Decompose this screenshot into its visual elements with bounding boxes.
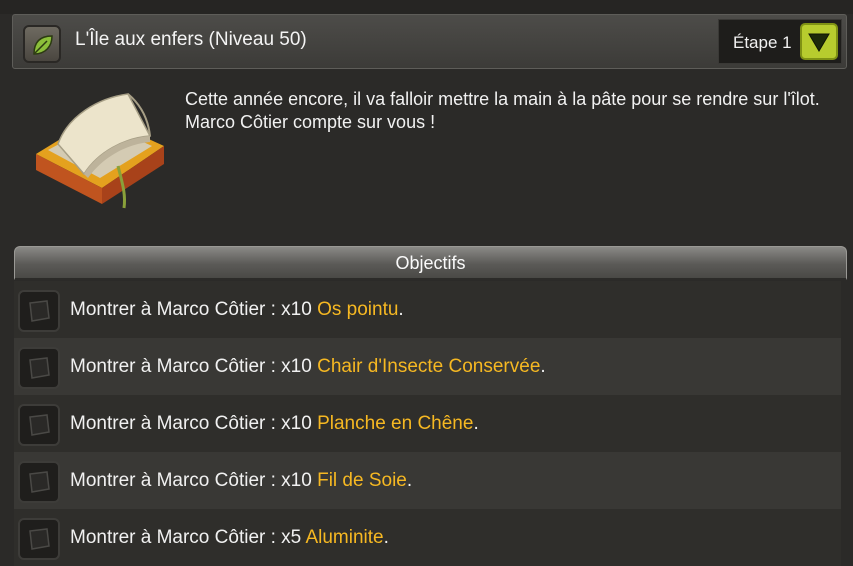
objective-text: Montrer à Marco Côtier : x10 Os pointu. — [70, 299, 404, 321]
objective-text: Montrer à Marco Côtier : x10 Planche en … — [70, 413, 479, 435]
quest-description: Cette année encore, il va falloir mettre… — [185, 89, 820, 132]
objective-text: Montrer à Marco Côtier : x10 Chair d'Ins… — [70, 356, 546, 378]
objectives-title: Objectifs — [395, 253, 466, 273]
objective-prefix: Montrer à Marco Côtier : x10 — [70, 299, 318, 320]
objective-prefix: Montrer à Marco Côtier : x10 — [70, 356, 318, 377]
objective-text: Montrer à Marco Côtier : x5 Aluminite. — [70, 527, 389, 549]
objective-checkbox — [18, 518, 60, 560]
objective-suffix: . — [406, 470, 413, 491]
step-selector[interactable]: Étape 1 — [718, 19, 842, 64]
leaf-icon — [33, 35, 53, 55]
objectives-list: Montrer à Marco Côtier : x10 Os pointu. … — [14, 281, 841, 566]
unchecked-box-icon — [29, 414, 50, 436]
objective-row: Montrer à Marco Côtier : x10 Fil de Soie… — [14, 452, 841, 509]
objective-prefix: Montrer à Marco Côtier : x10 — [70, 470, 318, 491]
objective-row: Montrer à Marco Côtier : x10 Planche en … — [14, 395, 841, 452]
objective-checkbox — [18, 404, 60, 446]
objective-checkbox — [18, 347, 60, 389]
objective-checkbox — [18, 290, 60, 332]
objectives-header: Objectifs — [14, 246, 847, 280]
objective-item-name[interactable]: Aluminite — [305, 527, 383, 548]
top-edge — [0, 0, 853, 14]
objective-row: Montrer à Marco Côtier : x10 Chair d'Ins… — [14, 338, 841, 395]
quest-header: L'Île aux enfers (Niveau 50) Étape 1 — [12, 14, 847, 69]
unchecked-box-icon — [29, 357, 50, 379]
objective-prefix: Montrer à Marco Côtier : x5 — [70, 527, 306, 548]
objective-item-name[interactable]: Fil de Soie — [317, 470, 407, 491]
objective-item-name[interactable]: Chair d'Insecte Conservée — [317, 356, 540, 377]
unchecked-box-icon — [29, 528, 50, 550]
objective-suffix: . — [383, 527, 389, 548]
quest-description-area: Cette année encore, il va falloir mettre… — [12, 70, 847, 240]
unchecked-box-icon — [29, 471, 50, 493]
objective-suffix: . — [473, 413, 479, 434]
quest-type-button[interactable] — [23, 25, 61, 63]
objective-suffix: . — [398, 299, 404, 320]
objective-prefix: Montrer à Marco Côtier : x10 — [70, 413, 318, 434]
triangle-down-icon — [808, 33, 830, 52]
quest-title: L'Île aux enfers (Niveau 50) — [75, 29, 307, 50]
objective-item-name[interactable]: Planche en Chêne — [317, 413, 473, 434]
objective-checkbox — [18, 461, 60, 503]
step-dropdown-button[interactable] — [800, 23, 838, 60]
book-icon — [36, 93, 164, 209]
objective-text: Montrer à Marco Côtier : x10 Fil de Soie… — [70, 470, 412, 492]
unchecked-box-icon — [29, 300, 50, 322]
objective-row: Montrer à Marco Côtier : x10 Os pointu. — [14, 281, 841, 338]
step-label: Étape 1 — [733, 33, 792, 52]
objective-item-name[interactable]: Os pointu — [317, 299, 398, 320]
objective-row: Montrer à Marco Côtier : x5 Aluminite. — [14, 509, 841, 566]
objective-suffix: . — [540, 356, 546, 377]
